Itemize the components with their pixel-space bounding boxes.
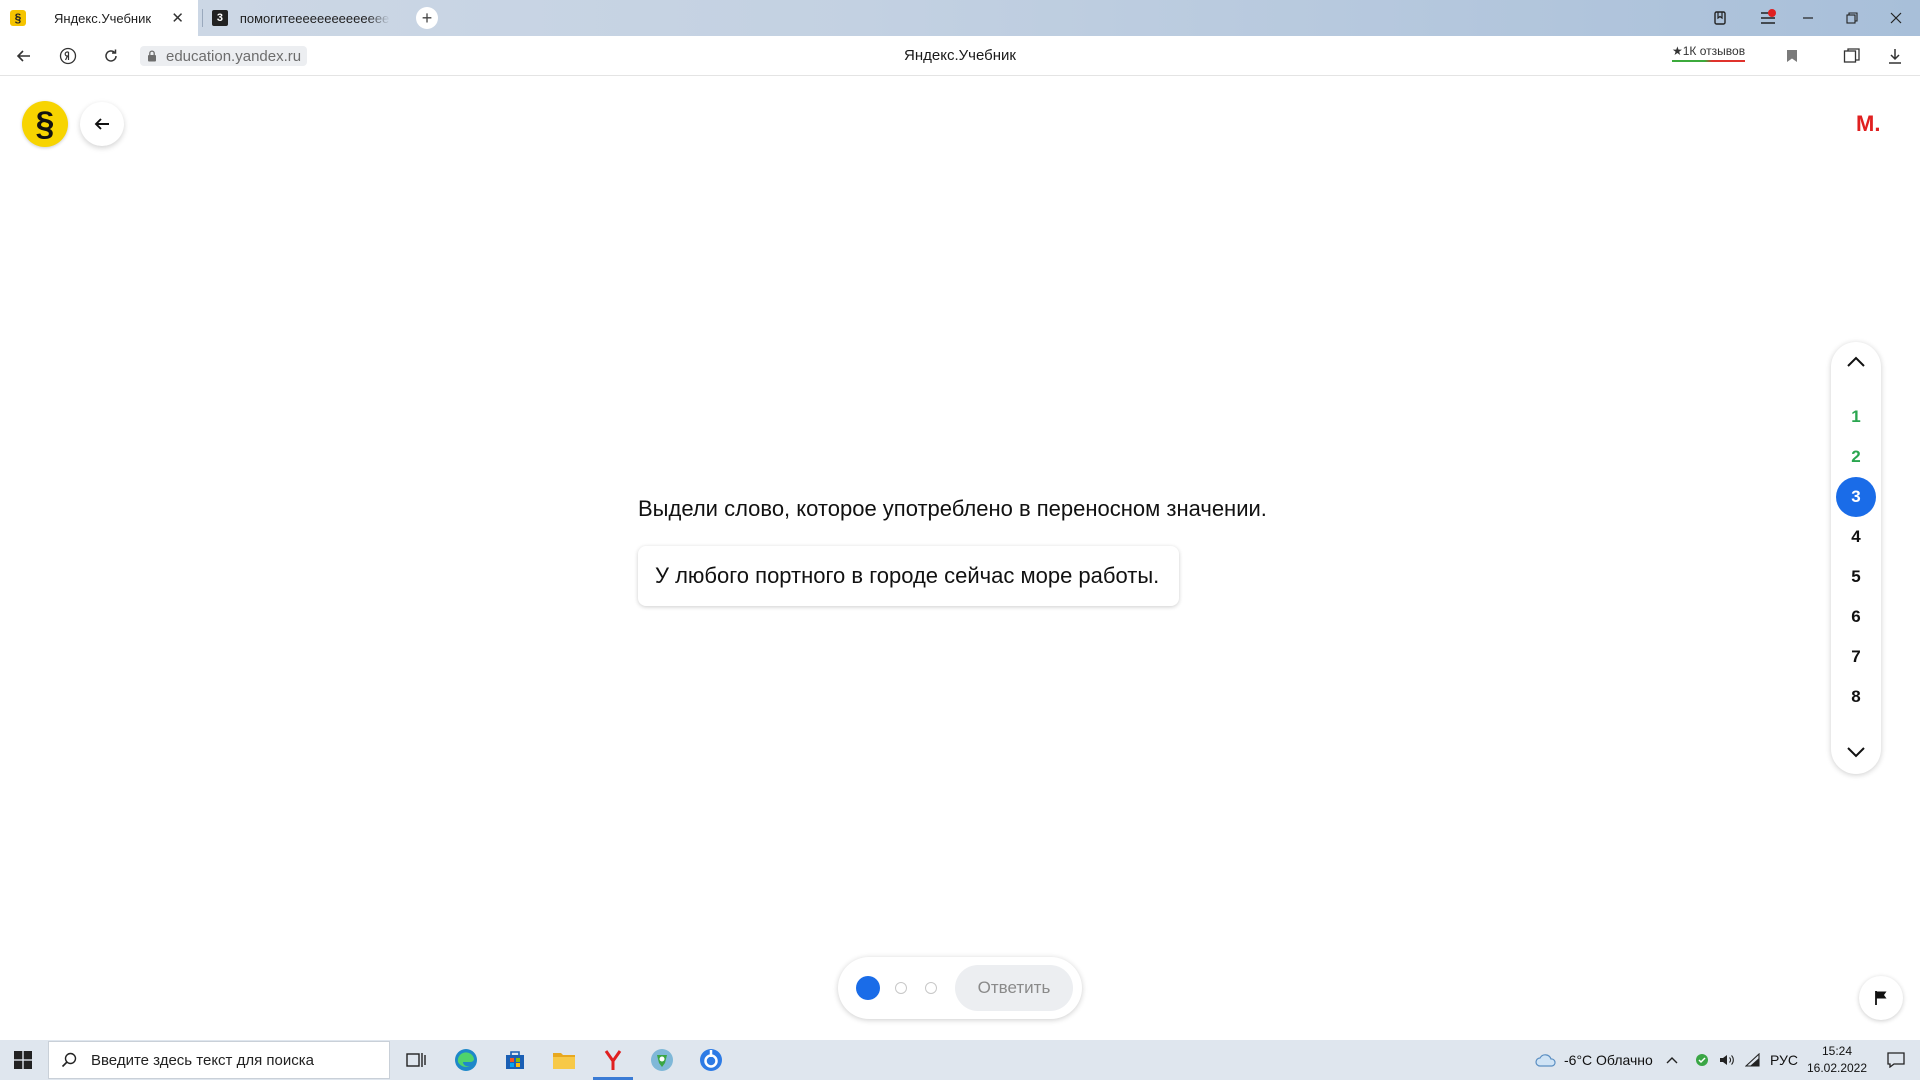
minimize-icon[interactable]: [1784, 0, 1832, 36]
report-flag-button[interactable]: [1859, 976, 1903, 1020]
clock-time: 15:24: [1821, 1044, 1853, 1058]
tab-title: помогитееееееееееееее: [239, 10, 390, 26]
task-navigation: 1 2 3 4 5 6 7 8: [1831, 342, 1881, 774]
system-clock[interactable]: 15:24 16.02.2022: [1800, 1043, 1874, 1077]
wifi-icon[interactable]: [1740, 1040, 1766, 1080]
language-indicator[interactable]: РУС: [1770, 1052, 1798, 1068]
tab-znanija[interactable]: 3 помогитееееееееееееее: [204, 0, 390, 36]
weather-cloud-icon[interactable]: [1522, 1040, 1570, 1080]
notification-dot-icon: [1768, 9, 1776, 17]
task-number-5[interactable]: 5: [1836, 557, 1876, 597]
windows-taskbar: Введите здесь текст для поиска -6°C Обла…: [0, 1040, 1920, 1080]
answer-button[interactable]: Ответить: [955, 965, 1073, 1011]
volume-icon[interactable]: [1714, 1040, 1740, 1080]
task-number-2[interactable]: 2: [1836, 437, 1876, 477]
browser-tab-bar: § Яндекс.Учебник ✕ 3 помогитееееееееееее…: [0, 0, 1920, 36]
restore-icon[interactable]: [1828, 0, 1876, 36]
user-avatar-initial[interactable]: М.: [1856, 111, 1880, 137]
back-button[interactable]: [80, 102, 124, 146]
yandex-uchebnik-logo[interactable]: §: [22, 101, 68, 147]
chevron-up-icon[interactable]: [1831, 356, 1881, 368]
collections-icon[interactable]: [1696, 0, 1744, 36]
search-icon: [61, 1052, 77, 1068]
microsoft-store-icon[interactable]: [491, 1040, 539, 1080]
page-title: Яндекс.Учебник: [904, 47, 1016, 64]
task-number-7[interactable]: 7: [1836, 637, 1876, 677]
file-explorer-icon[interactable]: [540, 1040, 588, 1080]
address-bar: education.yandex.ru Яндекс.Учебник ★1К о…: [0, 36, 1920, 76]
sentence-card[interactable]: У любого портного в городе сейчас море р…: [638, 546, 1179, 606]
tab-yandex-uchebnik[interactable]: § Яндекс.Учебник ✕: [0, 0, 198, 36]
bookmarks-panel-icon[interactable]: [1840, 44, 1864, 68]
new-tab-button[interactable]: +: [416, 7, 438, 29]
sentence-text[interactable]: У любого портного в городе сейчас море р…: [655, 563, 1159, 589]
close-window-icon[interactable]: [1872, 0, 1920, 36]
task-question: Выдели слово, которое употреблено в пере…: [638, 496, 1267, 521]
taskbar-search-input[interactable]: Введите здесь текст для поиска: [48, 1041, 390, 1079]
tab-title: Яндекс.Учебник: [54, 10, 152, 26]
vpn-shield-icon[interactable]: [1690, 1040, 1714, 1080]
answer-bar: Ответить: [838, 957, 1082, 1019]
close-tab-icon[interactable]: ✕: [171, 9, 184, 27]
edge-browser-icon[interactable]: [442, 1040, 490, 1080]
bookmark-icon[interactable]: [1780, 44, 1804, 68]
green-shield-app-icon[interactable]: [638, 1040, 686, 1080]
windows-start-icon[interactable]: [0, 1040, 46, 1080]
chevron-up-tray-icon[interactable]: [1658, 1040, 1686, 1080]
znanija-favicon-icon: 3: [212, 10, 228, 26]
tab-divider: [202, 9, 203, 27]
task-number-1[interactable]: 1: [1836, 397, 1876, 437]
yandex-browser-icon[interactable]: [589, 1040, 637, 1080]
notifications-icon[interactable]: [1872, 1040, 1920, 1080]
task-view-icon[interactable]: [392, 1040, 440, 1080]
download-icon[interactable]: [1883, 44, 1907, 68]
task-number-8[interactable]: 8: [1836, 677, 1876, 717]
weather-text[interactable]: -6°C Облачно: [1564, 1052, 1653, 1068]
progress-dot: [925, 982, 937, 994]
progress-dot-active: [856, 976, 880, 1000]
task-number-4[interactable]: 4: [1836, 517, 1876, 557]
yandex-uchebnik-favicon-icon: §: [10, 10, 26, 26]
progress-dot: [895, 982, 907, 994]
blue-circle-app-icon[interactable]: [687, 1040, 735, 1080]
search-placeholder: Введите здесь текст для поиска: [91, 1051, 314, 1069]
task-number-3[interactable]: 3: [1836, 477, 1876, 517]
task-number-6[interactable]: 6: [1836, 597, 1876, 637]
clock-date: 16.02.2022: [1806, 1061, 1868, 1075]
reviews-link[interactable]: ★1К отзывов: [1672, 44, 1746, 62]
left-arrow-icon: [94, 118, 109, 130]
chevron-down-icon[interactable]: [1831, 746, 1881, 758]
flag-icon: [1875, 991, 1887, 1005]
